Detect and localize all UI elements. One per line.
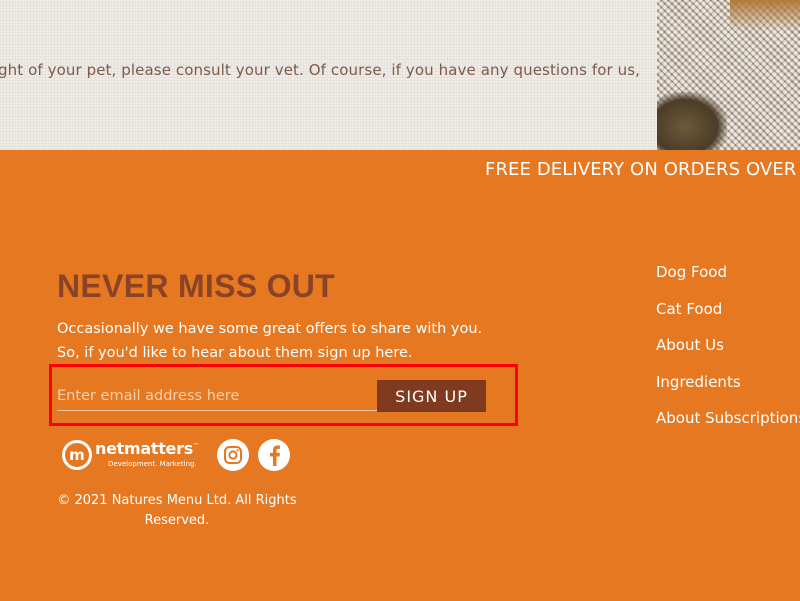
instagram-icon xyxy=(224,446,242,464)
email-input[interactable] xyxy=(57,381,377,411)
burlap-image xyxy=(657,0,800,150)
newsletter-title: NEVER MISS OUT xyxy=(57,268,336,304)
footer-nav: Dog Food Cat Food About Us Ingredients A… xyxy=(656,263,800,446)
sign-up-button[interactable]: SIGN UP xyxy=(377,380,486,412)
instagram-link[interactable] xyxy=(217,439,249,471)
netmatters-logo[interactable]: m netmatters™ Development. Marketing. xyxy=(62,437,212,473)
trademark-mark: ™ xyxy=(192,442,199,450)
footer-link-cat-food[interactable]: Cat Food xyxy=(656,300,800,337)
intro-text: ght of your pet, please consult your vet… xyxy=(0,61,641,79)
netmatters-m-icon: m xyxy=(62,440,92,470)
netmatters-tagline: Development. Marketing. xyxy=(108,460,197,468)
footer-link-dog-food[interactable]: Dog Food xyxy=(656,263,800,300)
hero-linen-band: ght of your pet, please consult your vet… xyxy=(0,0,800,150)
newsletter-description-line1: Occasionally we have some great offers t… xyxy=(57,321,483,337)
facebook-icon xyxy=(270,445,280,466)
footer-link-about-us[interactable]: About Us xyxy=(656,336,800,373)
free-delivery-ticker: FREE DELIVERY ON ORDERS OVER £ xyxy=(485,159,800,180)
copyright-text: © 2021 Natures Menu Ltd. All Rights Rese… xyxy=(57,493,297,528)
footer-link-ingredients[interactable]: Ingredients xyxy=(656,373,800,410)
footer-link-about-subscriptions[interactable]: About Subscriptions xyxy=(656,409,800,446)
facebook-link[interactable] xyxy=(258,439,290,471)
netmatters-wordmark: netmatters xyxy=(95,439,193,458)
newsletter-description-line2: So, if you'd like to hear about them sig… xyxy=(57,345,413,361)
